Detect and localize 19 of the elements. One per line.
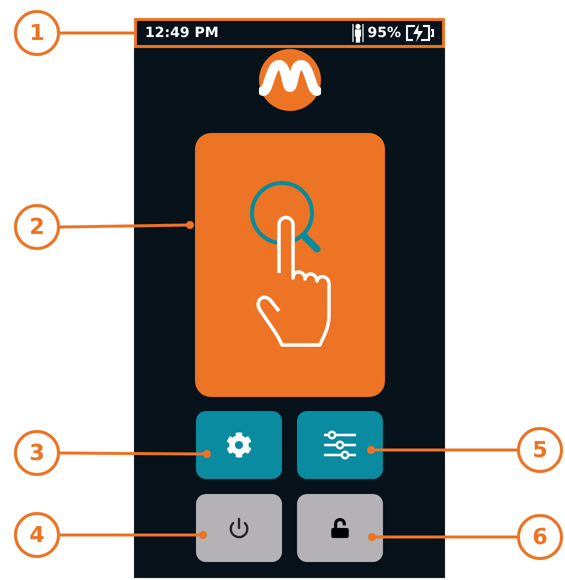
person-icon [352, 23, 364, 43]
battery-charging-icon [404, 24, 435, 42]
unlock-button[interactable] [297, 494, 383, 562]
callout-number: 5 [517, 427, 563, 473]
clock-time: 12:49 PM [145, 25, 219, 41]
power-button[interactable] [196, 494, 282, 562]
callout-number: 3 [14, 430, 60, 476]
scan-card[interactable] [194, 133, 384, 397]
battery-percent: 95% [367, 25, 401, 41]
callout-number: 2 [14, 204, 60, 250]
callout-number: 4 [14, 512, 60, 558]
unlock-icon [330, 518, 350, 538]
settings-button[interactable] [196, 411, 282, 479]
sliders-button[interactable] [297, 411, 383, 479]
callout-number: 6 [517, 514, 563, 560]
power-icon [228, 517, 250, 539]
sliders-icon [323, 430, 357, 460]
callout-number: 1 [14, 10, 60, 56]
settings-icon [226, 432, 252, 458]
